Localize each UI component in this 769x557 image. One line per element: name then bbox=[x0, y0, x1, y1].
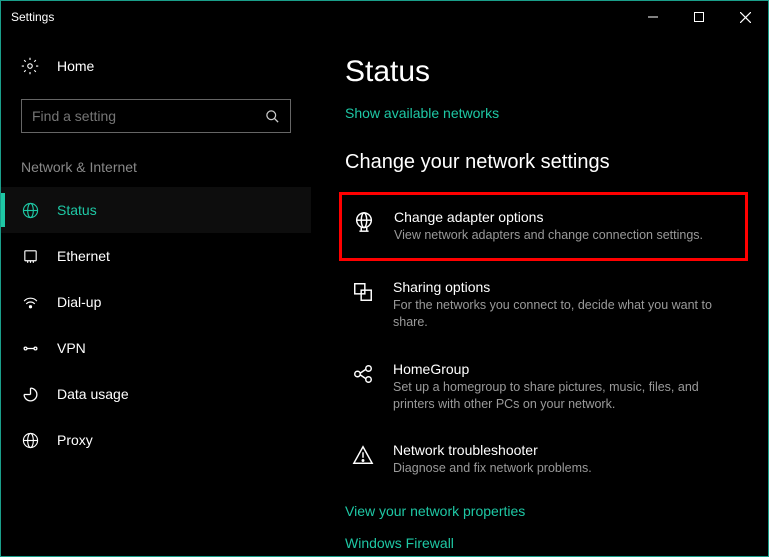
firewall-link[interactable]: Windows Firewall bbox=[345, 535, 748, 551]
main-panel: Status Show available networks Change yo… bbox=[311, 33, 768, 556]
nav-item-status[interactable]: Status bbox=[1, 187, 311, 233]
nav-item-datausage[interactable]: Data usage bbox=[1, 371, 311, 417]
sidebar: Home Network & Internet Status Ethernet bbox=[1, 33, 311, 556]
nav-item-ethernet[interactable]: Ethernet bbox=[1, 233, 311, 279]
vpn-icon bbox=[21, 340, 39, 357]
close-button[interactable] bbox=[722, 1, 768, 33]
warning-icon bbox=[351, 442, 375, 466]
option-change-adapter[interactable]: Change adapter options View network adap… bbox=[339, 192, 748, 261]
option-desc: Set up a homegroup to share pictures, mu… bbox=[393, 379, 733, 413]
maximize-icon bbox=[694, 12, 704, 22]
option-title: Change adapter options bbox=[394, 209, 703, 225]
titlebar: Settings bbox=[1, 1, 768, 33]
nav-label: Status bbox=[57, 202, 97, 218]
homegroup-icon bbox=[351, 361, 375, 385]
option-desc: For the networks you connect to, decide … bbox=[393, 297, 733, 331]
data-usage-icon bbox=[21, 386, 39, 403]
option-title: HomeGroup bbox=[393, 361, 733, 377]
nav-item-dialup[interactable]: Dial-up bbox=[1, 279, 311, 325]
sharing-icon bbox=[351, 279, 375, 303]
option-sharing[interactable]: Sharing options For the networks you con… bbox=[345, 269, 748, 341]
proxy-icon bbox=[21, 432, 39, 449]
search-icon bbox=[265, 109, 280, 124]
network-properties-link[interactable]: View your network properties bbox=[345, 503, 748, 519]
nav-label: Data usage bbox=[57, 386, 129, 402]
nav-item-vpn[interactable]: VPN bbox=[1, 325, 311, 371]
globe-icon bbox=[21, 202, 39, 219]
show-networks-link[interactable]: Show available networks bbox=[345, 105, 499, 121]
nav-label: Dial-up bbox=[57, 294, 101, 310]
maximize-button[interactable] bbox=[676, 1, 722, 33]
option-desc: View network adapters and change connect… bbox=[394, 227, 703, 244]
search-box[interactable] bbox=[21, 99, 291, 133]
option-desc: Diagnose and fix network problems. bbox=[393, 460, 592, 477]
nav-item-proxy[interactable]: Proxy bbox=[1, 417, 311, 463]
category-header: Network & Internet bbox=[1, 133, 311, 187]
section-header: Change your network settings bbox=[345, 151, 748, 174]
window-controls bbox=[630, 1, 768, 33]
search-input[interactable] bbox=[32, 108, 265, 124]
home-label: Home bbox=[57, 58, 94, 74]
minimize-icon bbox=[648, 12, 658, 22]
window-title: Settings bbox=[11, 10, 54, 24]
gear-icon bbox=[21, 57, 39, 75]
page-title: Status bbox=[345, 55, 748, 89]
nav-list: Status Ethernet Dial-up VPN bbox=[1, 187, 311, 463]
minimize-button[interactable] bbox=[630, 1, 676, 33]
ethernet-icon bbox=[21, 248, 39, 265]
option-troubleshooter[interactable]: Network troubleshooter Diagnose and fix … bbox=[345, 432, 748, 487]
adapter-icon bbox=[352, 209, 376, 233]
nav-label: Ethernet bbox=[57, 248, 110, 264]
nav-label: VPN bbox=[57, 340, 86, 356]
close-icon bbox=[740, 12, 751, 23]
home-button[interactable]: Home bbox=[1, 51, 311, 81]
option-title: Network troubleshooter bbox=[393, 442, 592, 458]
nav-label: Proxy bbox=[57, 432, 93, 448]
option-title: Sharing options bbox=[393, 279, 733, 295]
dialup-icon bbox=[21, 294, 39, 311]
option-homegroup[interactable]: HomeGroup Set up a homegroup to share pi… bbox=[345, 351, 748, 423]
